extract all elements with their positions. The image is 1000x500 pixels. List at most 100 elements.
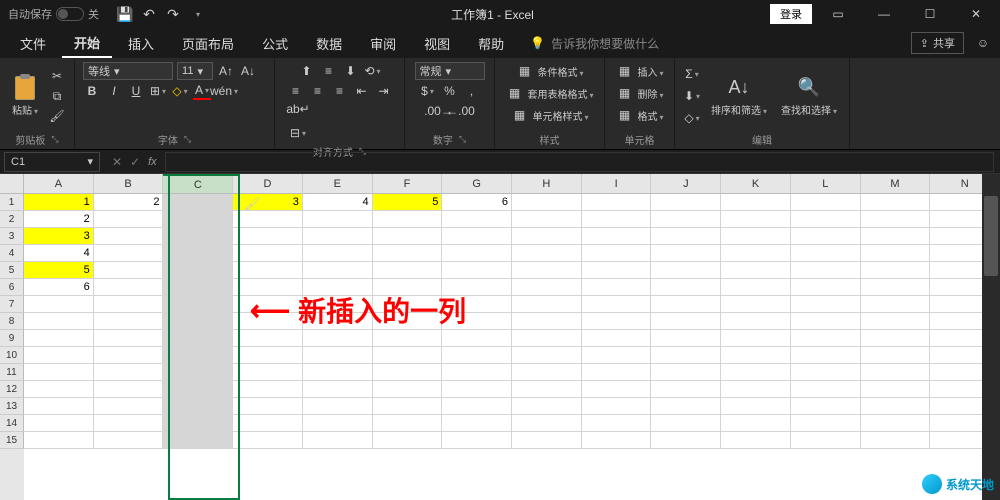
phonetic-icon[interactable]: wén xyxy=(215,82,233,100)
cell-K9[interactable] xyxy=(721,330,791,347)
tab-home[interactable]: 开始 xyxy=(62,29,112,58)
cell-J15[interactable] xyxy=(651,432,721,449)
cell-B3[interactable] xyxy=(94,228,164,245)
number-launcher-icon[interactable]: ⤡ xyxy=(459,134,466,145)
format-painter-icon[interactable]: 🖌 xyxy=(48,107,66,125)
cell-M10[interactable] xyxy=(861,347,931,364)
cell-H5[interactable] xyxy=(512,262,582,279)
increase-font-icon[interactable]: A↑ xyxy=(217,62,235,80)
decrease-font-icon[interactable]: A↓ xyxy=(239,62,257,80)
cell-H15[interactable] xyxy=(512,432,582,449)
cell-D11[interactable] xyxy=(233,364,303,381)
cell-C15[interactable] xyxy=(163,432,233,449)
cell-E15[interactable] xyxy=(303,432,373,449)
cell-F5[interactable] xyxy=(373,262,443,279)
cell-C4[interactable] xyxy=(163,245,233,262)
cell-M11[interactable] xyxy=(861,364,931,381)
cell-D4[interactable] xyxy=(233,245,303,262)
column-header-B[interactable]: B xyxy=(94,174,164,194)
cell-E5[interactable] xyxy=(303,262,373,279)
cell-L8[interactable] xyxy=(791,313,861,330)
cell-I6[interactable] xyxy=(582,279,652,296)
find-select-button[interactable]: 🔍 查找和选择 xyxy=(777,74,841,119)
tab-formulas[interactable]: 公式 xyxy=(250,30,300,57)
cell-A10[interactable] xyxy=(24,347,94,364)
cell-H11[interactable] xyxy=(512,364,582,381)
tab-file[interactable]: 文件 xyxy=(8,30,58,57)
cell-I8[interactable] xyxy=(582,313,652,330)
cell-G6[interactable] xyxy=(442,279,512,296)
cell-H13[interactable] xyxy=(512,398,582,415)
cell-L14[interactable] xyxy=(791,415,861,432)
redo-icon[interactable]: ↷ xyxy=(165,6,181,22)
row-header-2[interactable]: 2 xyxy=(0,211,24,228)
cell-H2[interactable] xyxy=(512,211,582,228)
cell-M1[interactable] xyxy=(861,194,931,211)
cell-B2[interactable] xyxy=(94,211,164,228)
merge-icon[interactable]: ⊟ xyxy=(289,124,307,142)
decrease-decimal-icon[interactable]: ←.00 xyxy=(452,102,470,120)
cell-L6[interactable] xyxy=(791,279,861,296)
cell-J6[interactable] xyxy=(651,279,721,296)
column-header-J[interactable]: J xyxy=(651,174,721,194)
column-header-H[interactable]: H xyxy=(512,174,582,194)
cell-A14[interactable] xyxy=(24,415,94,432)
cell-K7[interactable] xyxy=(721,296,791,313)
cell-J5[interactable] xyxy=(651,262,721,279)
cell-J10[interactable] xyxy=(651,347,721,364)
cell-F6[interactable] xyxy=(373,279,443,296)
cell-K5[interactable] xyxy=(721,262,791,279)
cell-A6[interactable]: 6 xyxy=(24,279,94,296)
cell-I14[interactable] xyxy=(582,415,652,432)
insert-cells-button[interactable]: ▦插入 xyxy=(616,62,664,80)
column-header-G[interactable]: G xyxy=(442,174,512,194)
cell-B8[interactable] xyxy=(94,313,164,330)
column-header-I[interactable]: I xyxy=(582,174,652,194)
cell-I4[interactable] xyxy=(582,245,652,262)
autosave-toggle[interactable]: 自动保存 关 xyxy=(0,6,107,22)
align-bottom-icon[interactable]: ⬇ xyxy=(342,62,360,80)
cell-E7[interactable] xyxy=(303,296,373,313)
bold-button[interactable]: B xyxy=(83,82,101,100)
column-header-A[interactable]: A xyxy=(24,174,94,194)
cell-G9[interactable] xyxy=(442,330,512,347)
cell-J1[interactable] xyxy=(651,194,721,211)
smiley-icon[interactable]: ☺ xyxy=(974,34,992,52)
cell-K8[interactable] xyxy=(721,313,791,330)
cell-B7[interactable] xyxy=(94,296,164,313)
tab-review[interactable]: 审阅 xyxy=(358,30,408,57)
cell-H8[interactable] xyxy=(512,313,582,330)
ribbon-options-icon[interactable]: ▭ xyxy=(818,0,858,28)
align-top-icon[interactable]: ⬆ xyxy=(298,62,316,80)
cell-K12[interactable] xyxy=(721,381,791,398)
number-format-combo[interactable]: 常规▾ xyxy=(415,62,485,80)
confirm-formula-icon[interactable]: ✓ xyxy=(130,155,140,169)
cell-I2[interactable] xyxy=(582,211,652,228)
cell-D15[interactable] xyxy=(233,432,303,449)
cell-A11[interactable] xyxy=(24,364,94,381)
cell-K10[interactable] xyxy=(721,347,791,364)
cell-J8[interactable] xyxy=(651,313,721,330)
row-header-14[interactable]: 14 xyxy=(0,415,24,432)
cell-G8[interactable] xyxy=(442,313,512,330)
font-size-combo[interactable]: 11▾ xyxy=(177,62,213,80)
cell-D9[interactable] xyxy=(233,330,303,347)
cell-F10[interactable] xyxy=(373,347,443,364)
cell-D12[interactable] xyxy=(233,381,303,398)
undo-icon[interactable]: ↶ xyxy=(141,6,157,22)
align-left-icon[interactable]: ≡ xyxy=(287,82,305,100)
share-button[interactable]: ⇪ 共享 xyxy=(911,32,964,54)
comma-icon[interactable]: , xyxy=(463,82,481,100)
column-header-D[interactable]: D xyxy=(233,174,303,194)
align-right-icon[interactable]: ≡ xyxy=(331,82,349,100)
cell-K13[interactable] xyxy=(721,398,791,415)
conditional-format-button[interactable]: ▦条件格式 xyxy=(516,62,584,80)
fx-label[interactable]: fx xyxy=(148,156,157,168)
cell-L12[interactable] xyxy=(791,381,861,398)
cell-I9[interactable] xyxy=(582,330,652,347)
cell-E2[interactable] xyxy=(303,211,373,228)
row-header-12[interactable]: 12 xyxy=(0,381,24,398)
cell-G15[interactable] xyxy=(442,432,512,449)
cell-E13[interactable] xyxy=(303,398,373,415)
cell-M9[interactable] xyxy=(861,330,931,347)
